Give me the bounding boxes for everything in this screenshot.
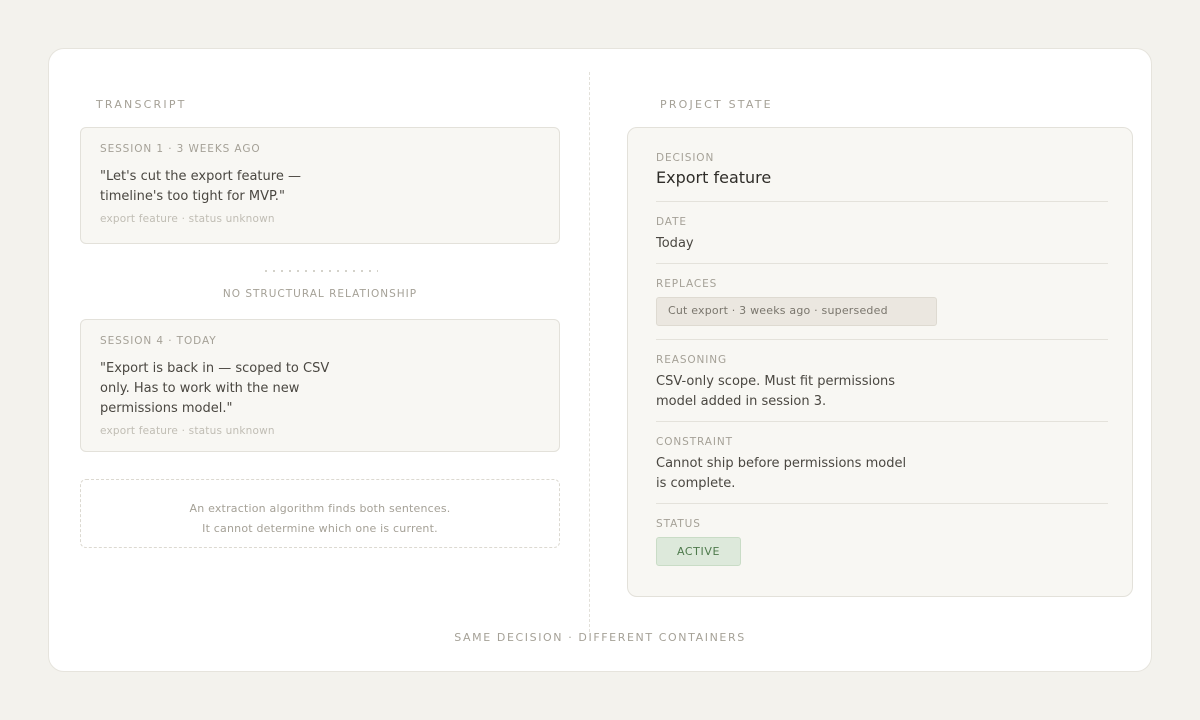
- constraint-value: Cannot ship before permissions model is …: [656, 456, 907, 491]
- dotted-connector: [262, 268, 378, 274]
- status-badge: ACTIVE: [656, 537, 741, 566]
- project-state-heading: PROJECT STATE: [660, 98, 773, 111]
- note-line-1: An extraction algorithm finds both sente…: [189, 502, 451, 515]
- footer-caption: SAME DECISION · DIFFERENT CONTAINERS: [454, 631, 746, 644]
- extraction-note: An extraction algorithm finds both sente…: [80, 479, 560, 548]
- separator: [656, 263, 1108, 264]
- status-field: STATUS ACTIVE: [656, 518, 1108, 566]
- replaces-chip: Cut export · 3 weeks ago · superseded: [656, 297, 937, 326]
- constraint-field: CONSTRAINT Cannot ship before permission…: [656, 436, 1108, 494]
- session-1-title: SESSION 1 · 3 WEEKS AGO: [100, 143, 261, 155]
- session-4-title: SESSION 4 · TODAY: [100, 335, 217, 347]
- session-1-meta: export feature · status unknown: [100, 213, 275, 225]
- date-field: DATE Today: [656, 216, 1108, 254]
- reasoning-value: CSV-only scope. Must fit permissions mod…: [656, 374, 896, 409]
- reasoning-label: REASONING: [656, 354, 728, 366]
- separator: [656, 201, 1108, 202]
- separator: [656, 421, 1108, 422]
- project-state-panel: DECISION Export feature DATE Today REPLA…: [627, 127, 1133, 597]
- constraint-label: CONSTRAINT: [656, 436, 733, 448]
- separator: [656, 339, 1108, 340]
- replaces-label: REPLACES: [656, 278, 718, 290]
- column-divider: [589, 72, 590, 632]
- decision-value: Export feature: [656, 168, 772, 187]
- session-1-card: SESSION 1 · 3 WEEKS AGO "Let's cut the e…: [80, 127, 560, 244]
- decision-field: DECISION Export feature: [656, 152, 1108, 188]
- session-4-meta: export feature · status unknown: [100, 425, 275, 437]
- replaces-field: REPLACES Cut export · 3 weeks ago · supe…: [656, 278, 1108, 326]
- separator: [656, 503, 1108, 504]
- reasoning-field: REASONING CSV-only scope. Must fit permi…: [656, 354, 1108, 412]
- status-label: STATUS: [656, 518, 701, 530]
- session-4-card: SESSION 4 · TODAY "Export is back in — s…: [80, 319, 560, 452]
- decision-label: DECISION: [656, 152, 715, 164]
- session-4-quote: "Export is back in — scoped to CSV only.…: [100, 361, 330, 416]
- relationship-label: NO STRUCTURAL RELATIONSHIP: [222, 288, 418, 300]
- date-label: DATE: [656, 216, 687, 228]
- transcript-heading: TRANSCRIPT: [96, 98, 187, 111]
- session-1-quote: "Let's cut the export feature — timeline…: [100, 169, 301, 204]
- note-line-2: It cannot determine which one is current…: [202, 522, 438, 535]
- date-value: Today: [656, 236, 694, 251]
